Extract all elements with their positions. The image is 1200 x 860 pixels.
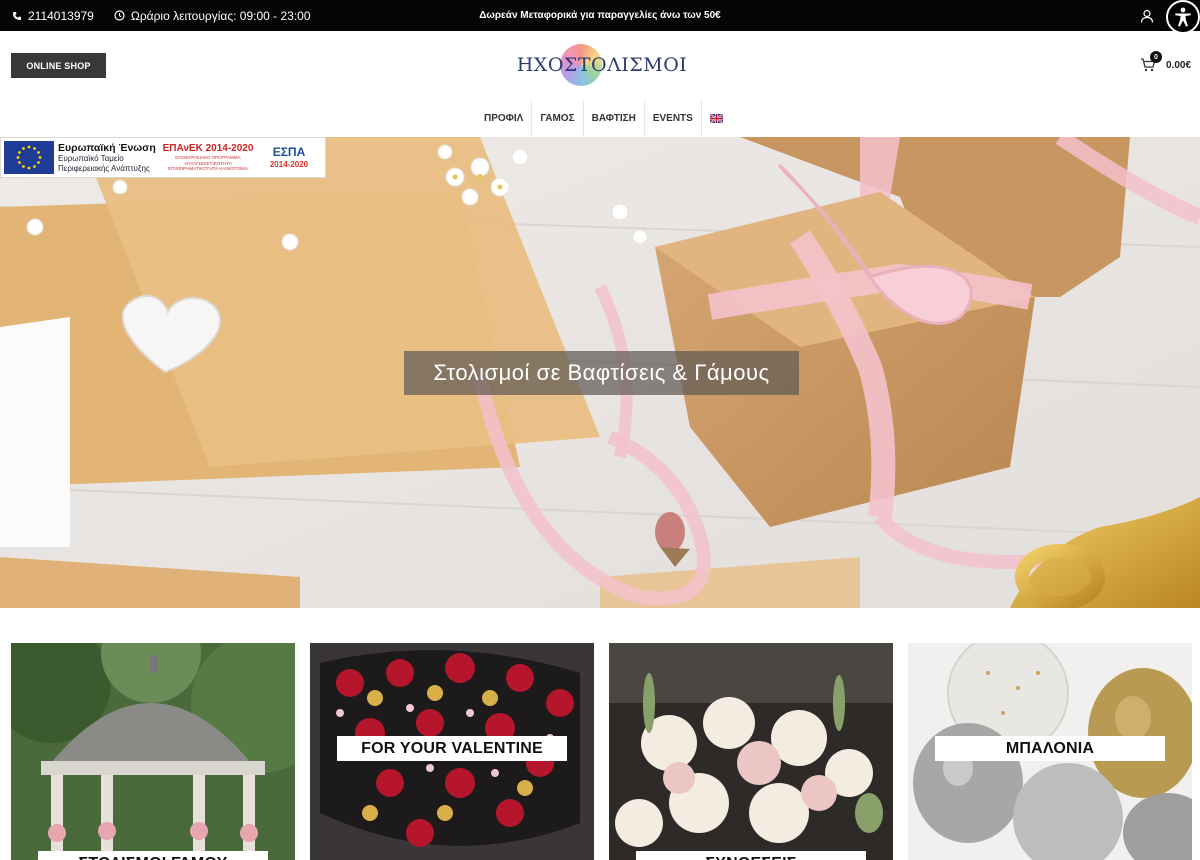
phone-icon <box>13 11 21 20</box>
nav-item-baptism[interactable]: ΒΑΦΤΙΣΗ <box>584 100 645 136</box>
hero-banner: Ευρωπαϊκή Ένωση Ευρωπαϊκό Ταμείο Περιφερ… <box>0 137 1200 608</box>
hours-info: Ωράριο λειτουργίας: 09:00 - 23:00 <box>114 9 311 23</box>
category-label-valentine[interactable]: FOR YOUR VALENTINE <box>337 736 567 761</box>
hero-title: Στολισμοί σε Βαφτίσεις & Γάμους <box>404 351 799 395</box>
online-shop-button[interactable]: ONLINE SHOP <box>11 53 106 78</box>
cart-count-badge: 0 <box>1150 51 1162 63</box>
epanek-logo: ΕΠΑνΕΚ 2014-2020 ΕΠΙΧΕΙΡΗΣΙΑΚΟ ΠΡΟΓΡΑΜΜΑ… <box>162 143 254 172</box>
nav-item-profile[interactable]: ΠΡΟΦΙΛ <box>476 100 533 136</box>
nav-item-events[interactable]: EVENTS <box>645 100 702 136</box>
category-card-valentine[interactable]: FOR YOUR VALENTINE <box>310 643 594 860</box>
top-bar: 2114013979 Ωράριο λειτουργίας: 09:00 - 2… <box>0 0 1200 34</box>
phone-info[interactable]: 2114013979 <box>12 9 94 23</box>
main-nav: ΠΡΟΦΙΛ ΓΑΜΟΣ ΒΑΦΤΙΣΗ EVENTS <box>476 100 731 136</box>
epanek-title: ΕΠΑνΕΚ 2014-2020 <box>162 143 254 155</box>
eu-development: Περιφερειακής Ανάπτυξης <box>58 163 150 173</box>
eu-fund: Ευρωπαϊκό Ταμείο <box>58 154 124 164</box>
uk-flag-icon <box>709 113 723 123</box>
phone-number[interactable]: 2114013979 <box>28 9 94 23</box>
free-shipping-promo: Δωρεάν Μεταφορικά για παραγγελίες άνω τω… <box>479 10 721 21</box>
eu-title: Ευρωπαϊκή Ένωση <box>58 141 156 154</box>
category-card-balloons[interactable]: ΜΠΑΛΟΝΙΑ <box>908 643 1192 860</box>
eu-text: Ευρωπαϊκή Ένωση Ευρωπαϊκό Ταμείο Περιφερ… <box>58 142 162 174</box>
category-label-balloons[interactable]: ΜΠΑΛΟΝΙΑ <box>935 736 1165 761</box>
eu-flag-icon <box>4 141 54 174</box>
category-card-wedding[interactable]: ΣΤΟΛΙΣΜΟΙ ΓΑΜΟΥ <box>11 643 295 860</box>
category-label-compositions[interactable]: ΣΥΝΘΕΣΕΙΣ <box>636 851 866 860</box>
accessibility-icon <box>1175 7 1191 27</box>
category-card-compositions[interactable]: ΣΥΝΘΕΣΕΙΣ <box>609 643 893 860</box>
espa-years: 2014-2020 <box>269 159 309 169</box>
category-image-gazebo <box>11 643 295 860</box>
logo-text: ΗΧΟΣΤΟΛΙΣΜΟΙ <box>516 54 688 76</box>
espa-funding-banner[interactable]: Ευρωπαϊκή Ένωση Ευρωπαϊκό Ταμείο Περιφερ… <box>0 137 326 178</box>
user-icon[interactable] <box>1140 9 1154 23</box>
accessibility-button[interactable] <box>1166 0 1200 34</box>
espa-title: ΕΣΠΑ <box>272 145 306 159</box>
opening-hours: Ωράριο λειτουργίας: 09:00 - 23:00 <box>130 8 311 23</box>
cart-widget[interactable]: 0 0.00€ <box>1140 51 1191 73</box>
category-label-wedding[interactable]: ΣΤΟΛΙΣΜΟΙ ΓΑΜΟΥ <box>38 851 268 860</box>
cart-total[interactable]: 0.00€ <box>1166 60 1191 71</box>
site-logo[interactable]: ΗΧΟΣΤΟΛΙΣΜΟΙ <box>517 42 687 88</box>
nav-item-language[interactable] <box>702 100 731 136</box>
espa-logo: ΕΣΠΑ 2014-2020 <box>260 145 318 169</box>
epanek-subtitle: ΕΠΙΧΕΙΡΗΣΙΑΚΟ ΠΡΟΓΡΑΜΜΑ ΑΝΤΑΓΩΝΙΣΤΙΚΟΤΗΤ… <box>167 155 248 172</box>
clock-icon <box>114 10 125 21</box>
cart-icon[interactable]: 0 <box>1140 51 1162 73</box>
nav-item-wedding[interactable]: ΓΑΜΟΣ <box>532 100 584 136</box>
category-image-bouquet <box>609 643 893 860</box>
